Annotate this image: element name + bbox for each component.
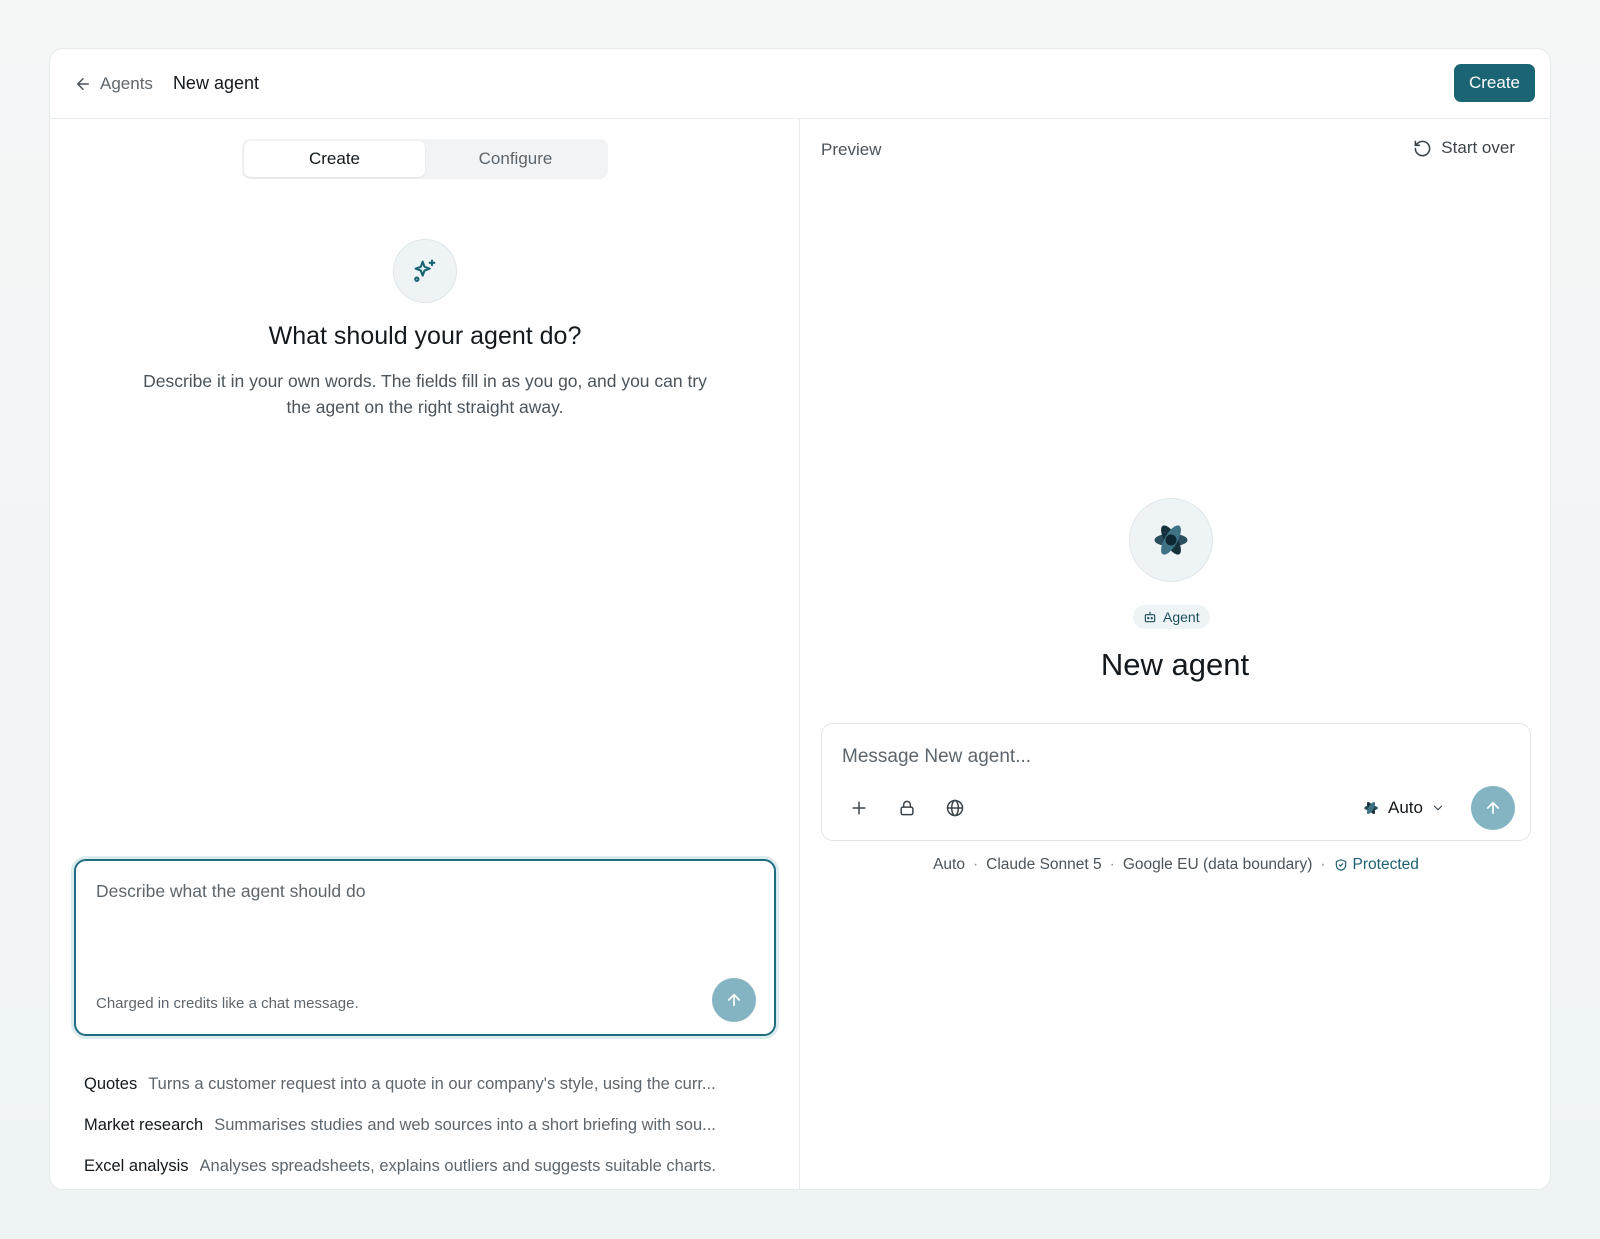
top-bar: Agents New agent Create xyxy=(50,49,1550,119)
lock-icon xyxy=(900,800,914,816)
meta-separator: · xyxy=(1320,856,1326,873)
message-input[interactable] xyxy=(842,742,1442,772)
page-title: New agent xyxy=(172,73,259,93)
suggestion-desc: Summarises studies and web sources into … xyxy=(214,1116,716,1134)
suggestion-desc: Analyses spreadsheets, explains outliers… xyxy=(199,1157,716,1175)
builder-heading: What should your agent do? xyxy=(268,322,582,350)
sparkle-badge xyxy=(393,239,457,303)
arrow-left-icon xyxy=(77,77,89,90)
preview-label: Preview xyxy=(821,140,882,159)
suggestion-market-research[interactable]: Market research Summarises studies and w… xyxy=(84,1105,774,1146)
arrow-up-icon xyxy=(1486,801,1500,815)
agent-avatar xyxy=(1129,498,1213,582)
message-composer: Auto xyxy=(821,723,1531,841)
describe-composer: Charged in credits like a chat message. xyxy=(74,859,776,1036)
tab-configure[interactable]: Configure xyxy=(425,141,606,177)
suggestion-title: Market research xyxy=(84,1116,204,1134)
chevron-down-icon xyxy=(1433,805,1443,811)
suggestion-quotes[interactable]: Quotes Turns a customer request into a q… xyxy=(84,1064,774,1105)
start-over-label: Start over xyxy=(1441,138,1515,157)
model-logo-icon xyxy=(1364,802,1378,814)
protected-status: Protected xyxy=(1334,856,1419,874)
agent-type-badge: Agent xyxy=(1133,605,1210,629)
model-label: Auto xyxy=(1388,798,1423,817)
suggestion-title: Excel analysis xyxy=(84,1157,189,1175)
tab-create[interactable]: Create xyxy=(244,141,425,177)
describe-send-button[interactable] xyxy=(712,978,756,1022)
suggestion-title: Quotes xyxy=(84,1075,138,1093)
agent-badge-label: Agent xyxy=(1163,609,1200,625)
builder-subtext: Describe it in your own words. The field… xyxy=(143,371,707,417)
meta-model: Claude Sonnet 5 xyxy=(986,856,1102,873)
back-to-agents-link[interactable]: Agents xyxy=(74,74,153,94)
message-send-button[interactable] xyxy=(1471,786,1515,830)
sparkles-icon xyxy=(414,259,436,282)
suggestion-list: Quotes Turns a customer request into a q… xyxy=(84,1064,774,1187)
meta-separator: · xyxy=(1109,856,1115,873)
meta-mode: Auto xyxy=(933,856,965,873)
agent-name: New agent xyxy=(1100,647,1250,682)
meta-separator: · xyxy=(972,856,979,873)
app-window: Agents New agent Create Create Configure… xyxy=(49,48,1551,1190)
agent-logo-icon xyxy=(1154,525,1188,555)
globe-icon xyxy=(946,799,964,817)
rotate-ccw-icon xyxy=(1414,140,1431,156)
arrow-up-icon xyxy=(727,993,741,1007)
back-label: Agents xyxy=(100,73,153,93)
meta-region: Google EU (data boundary) xyxy=(1122,856,1313,873)
shield-check-icon xyxy=(1335,859,1346,871)
credits-hint: Charged in credits like a chat message. xyxy=(96,995,359,1012)
describe-input[interactable] xyxy=(96,881,696,941)
mode-tabs: Create Configure xyxy=(242,139,608,179)
plus-icon xyxy=(852,801,866,815)
suggestion-excel-analysis[interactable]: Excel analysis Analyses spreadsheets, ex… xyxy=(84,1146,774,1187)
model-meta-line: Auto · Claude Sonnet 5 · Google EU (data… xyxy=(821,856,1531,874)
protected-label: Protected xyxy=(1352,856,1419,873)
lock-button[interactable] xyxy=(892,793,922,823)
web-search-button[interactable] xyxy=(940,793,970,823)
builder-pane: Create Configure What should your agent … xyxy=(50,119,800,1189)
create-button[interactable]: Create xyxy=(1453,64,1535,102)
preview-pane: Preview Start over Agent New agent Messa… xyxy=(800,119,1550,1189)
attach-button[interactable] xyxy=(844,793,874,823)
model-selector[interactable]: Auto xyxy=(1362,794,1445,822)
bot-icon xyxy=(1144,611,1156,623)
start-over-button[interactable]: Start over xyxy=(1413,138,1515,158)
panes: Create Configure What should your agent … xyxy=(50,119,1550,1189)
suggestion-desc: Turns a customer request into a quote in… xyxy=(148,1075,716,1093)
